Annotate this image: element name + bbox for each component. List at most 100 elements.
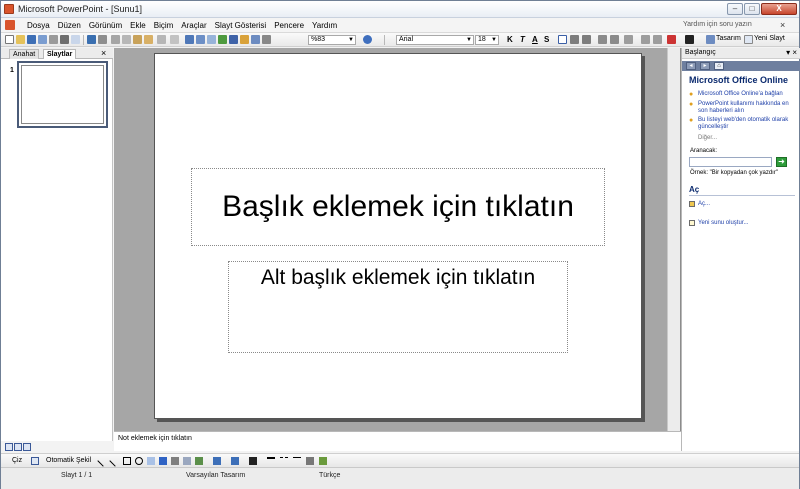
show-formatting-icon[interactable] — [240, 35, 249, 44]
redo-icon[interactable] — [170, 35, 179, 44]
menu-duzen[interactable]: Düzen — [58, 21, 81, 30]
new-slide-button[interactable]: Yeni Slayt — [754, 35, 785, 42]
increase-indent-icon[interactable] — [667, 35, 676, 44]
font-color-icon[interactable] — [249, 457, 257, 465]
oval-icon[interactable] — [135, 457, 143, 465]
line-style-icon[interactable] — [267, 457, 275, 465]
grid-icon[interactable] — [251, 35, 260, 44]
subtitle-placeholder[interactable]: Alt başlık eklemek için tıklatın — [228, 261, 568, 353]
help-icon[interactable] — [363, 35, 372, 44]
open-icon[interactable] — [16, 35, 25, 44]
document-icon[interactable] — [5, 20, 15, 30]
font-size-select[interactable]: 18 ▼ — [475, 35, 499, 45]
normal-view-icon[interactable] — [5, 443, 13, 451]
slide-show-icon[interactable] — [23, 443, 31, 451]
spelling-icon[interactable] — [87, 35, 96, 44]
3d-style-icon[interactable] — [319, 457, 327, 465]
link-latest-news[interactable]: ● PowerPoint kullanımı hakkında en son ha… — [689, 101, 797, 115]
italic-button[interactable]: T — [520, 35, 525, 45]
search-input[interactable] — [689, 157, 772, 167]
insert-table-icon[interactable] — [196, 35, 205, 44]
menu-slayt-gosterisi[interactable]: Slayt Gösterisi — [215, 21, 267, 30]
undo-icon[interactable] — [157, 35, 166, 44]
menu-dosya[interactable]: Dosya — [27, 21, 50, 30]
copy-icon[interactable] — [122, 35, 131, 44]
decrease-font-icon[interactable] — [653, 35, 662, 44]
more-link[interactable]: Diğer... — [698, 135, 717, 141]
align-center-icon[interactable] — [570, 35, 579, 44]
slide-sorter-view-icon[interactable] — [14, 443, 22, 451]
paste-icon[interactable] — [133, 35, 142, 44]
draw-menu[interactable]: Çiz — [12, 457, 22, 464]
link-auto-update[interactable]: ● Bu listeyi web'den otomatik olarak günc… — [689, 117, 797, 131]
new-icon[interactable] — [5, 35, 14, 44]
font-select[interactable]: Arial ▼ — [396, 35, 474, 45]
email-icon[interactable] — [49, 35, 58, 44]
title-placeholder[interactable]: Başlık eklemek için tıklatın — [191, 168, 605, 246]
slide-canvas[interactable]: Başlık eklemek için tıklatın Alt başlık … — [154, 53, 642, 419]
decrease-indent-icon[interactable] — [624, 35, 633, 44]
print-preview-icon[interactable] — [71, 35, 80, 44]
underline-button[interactable]: A — [532, 35, 538, 45]
slide-thumbnail[interactable] — [17, 61, 108, 128]
print-icon[interactable] — [60, 35, 69, 44]
bullets-icon[interactable] — [610, 35, 619, 44]
link-connect-office-online[interactable]: ● Microsoft Office Online'a bağlan — [689, 91, 797, 98]
expand-all-icon[interactable] — [229, 35, 238, 44]
menu-araclar[interactable]: Araçlar — [181, 21, 206, 30]
format-painter-icon[interactable] — [144, 35, 153, 44]
tables-borders-icon[interactable] — [207, 35, 216, 44]
panel-close-icon[interactable]: × — [101, 48, 106, 58]
bold-button[interactable]: K — [507, 35, 513, 45]
dash-style-icon[interactable] — [280, 457, 288, 465]
font-color-icon[interactable] — [685, 35, 694, 44]
menu-yardim[interactable]: Yardım — [312, 21, 337, 30]
minimize-button[interactable]: – — [727, 3, 743, 15]
shadow-style-icon[interactable] — [306, 457, 314, 465]
menu-ekle[interactable]: Ekle — [130, 21, 146, 30]
tab-outline[interactable]: Anahat — [9, 49, 40, 59]
wordart-icon[interactable] — [159, 457, 167, 465]
select-objects-icon[interactable] — [31, 457, 39, 465]
search-go-icon[interactable]: ➜ — [776, 157, 787, 167]
forward-icon[interactable]: ▸ — [700, 62, 710, 70]
menu-bicim[interactable]: Biçim — [154, 21, 174, 30]
new-slide-icon[interactable] — [744, 35, 753, 44]
design-icon[interactable] — [706, 35, 715, 44]
notes-pane[interactable]: Not eklemek için tıklatın — [114, 431, 681, 451]
arrow-icon[interactable] — [109, 455, 121, 467]
vertical-scrollbar[interactable] — [667, 48, 680, 431]
close-button[interactable]: X — [761, 3, 797, 15]
align-left-icon[interactable] — [558, 35, 567, 44]
document-close-icon[interactable]: × — [780, 20, 785, 30]
new-presentation-link[interactable]: Yeni sunu oluştur... — [698, 220, 748, 226]
home-icon[interactable]: ⌂ — [714, 62, 724, 70]
clip-art-icon[interactable] — [183, 457, 191, 465]
arrow-style-icon[interactable] — [293, 457, 301, 465]
insert-chart-icon[interactable] — [185, 35, 194, 44]
text-box-icon[interactable] — [147, 457, 155, 465]
help-search-input[interactable]: Yardım için soru yazın — [683, 21, 767, 31]
menu-pencere[interactable]: Pencere — [274, 21, 304, 30]
design-button[interactable]: Tasarım — [716, 35, 741, 42]
align-right-icon[interactable] — [582, 35, 591, 44]
permission-icon[interactable] — [38, 35, 47, 44]
research-icon[interactable] — [98, 35, 107, 44]
maximize-button[interactable]: □ — [744, 3, 760, 15]
autoshapes-menu[interactable]: Otomatik Şekil — [46, 457, 91, 464]
rectangle-icon[interactable] — [123, 457, 131, 465]
picture-icon[interactable] — [195, 457, 203, 465]
line-icon[interactable] — [97, 455, 109, 467]
line-color-icon[interactable] — [231, 457, 239, 465]
numbering-icon[interactable] — [598, 35, 607, 44]
back-icon[interactable]: ◂ — [686, 62, 696, 70]
menu-gorunum[interactable]: Görünüm — [89, 21, 122, 30]
diagram-icon[interactable] — [171, 457, 179, 465]
open-link[interactable]: Aç... — [698, 201, 710, 207]
zoom-select[interactable]: %83 ▼ — [308, 35, 356, 45]
task-pane-close-icon[interactable]: ▾ × — [786, 48, 797, 58]
insert-picture-icon[interactable] — [218, 35, 227, 44]
save-icon[interactable] — [27, 35, 36, 44]
cut-icon[interactable] — [111, 35, 120, 44]
fill-color-icon[interactable] — [213, 457, 221, 465]
